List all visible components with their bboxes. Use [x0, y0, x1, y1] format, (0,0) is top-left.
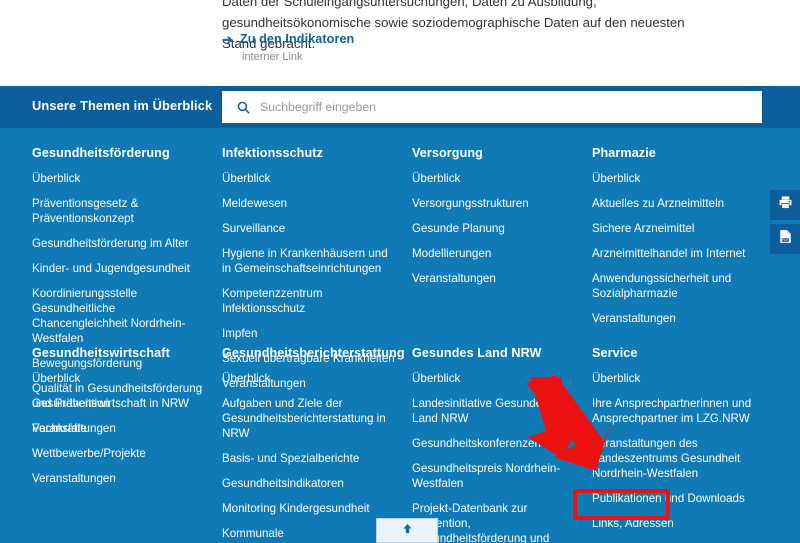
menu-link[interactable]: Gesunde Planung	[412, 221, 572, 236]
search-input[interactable]	[256, 100, 762, 114]
menu-link[interactable]: Überblick	[222, 371, 397, 386]
side-tool-bar: PDF	[770, 190, 800, 258]
menu-column-gesundes-land-nrw: Gesundes Land NRW Überblick Landesinitia…	[412, 346, 572, 543]
menu-link[interactable]: Landesinitiative Gesundes Land NRW	[412, 396, 572, 426]
column-title: Gesundheitsberichterstattung	[222, 346, 405, 360]
menu-link[interactable]: Überblick	[32, 171, 207, 186]
column-title: Gesundheitswirtschaft	[32, 346, 170, 360]
menu-link[interactable]: Präventionsgesetz & Präventionskonzept	[32, 196, 207, 226]
menu-link[interactable]: Links, Adressen	[592, 516, 762, 531]
menu-link[interactable]: Aufgaben und Ziele der Gesundheitsberich…	[222, 396, 397, 441]
menu-link[interactable]: Überblick	[412, 171, 572, 186]
menu-link[interactable]: Gesundheitspreis Nordrhein-Westfalen	[412, 461, 572, 491]
menu-link[interactable]: Wettbewerbe/Projekte	[32, 446, 207, 461]
menu-link[interactable]: Aktuelles zu Arzneimitteln	[592, 196, 762, 211]
menu-link[interactable]: Überblick	[592, 371, 762, 386]
menu-column-pharmazie: Pharmazie Überblick Aktuelles zu Arzneim…	[592, 146, 762, 336]
menu-column-versorgung: Versorgung Überblick Versorgungsstruktur…	[412, 146, 572, 296]
pdf-save-icon: PDF	[778, 229, 793, 249]
menu-link[interactable]: Surveillance	[222, 221, 397, 236]
menu-link[interactable]: Überblick	[32, 371, 207, 386]
search-box[interactable]	[222, 91, 762, 123]
menu-column-gesundheitswirtschaft: Gesundheitswirtschaft Überblick Gesundhe…	[32, 346, 207, 496]
menu-column-service: Service Überblick Ihre Ansprechpartnerin…	[592, 346, 762, 543]
menu-link[interactable]: Kompetenzzentrum Infektionsschutz	[222, 286, 397, 316]
indicator-link-row[interactable]: ➔ Zu den Indikatoren	[222, 32, 354, 47]
menu-link[interactable]: Veranstaltungen	[412, 271, 572, 286]
indicator-link-sublabel: interner Link	[242, 51, 303, 63]
menu-link[interactable]: Gesundheitsindikatoren	[222, 476, 397, 491]
column-title: Gesundheitsförderung	[32, 146, 170, 160]
menu-link[interactable]: Ihre Ansprechpartnerinnen und Ansprechpa…	[592, 396, 762, 426]
themen-header-title: Unsere Themen im Überblick	[32, 98, 213, 113]
menu-link[interactable]: Gesundheitskonferenzen	[412, 436, 572, 451]
menu-link[interactable]: Gesundheitswirtschaft in NRW	[32, 396, 207, 411]
menu-link[interactable]: Basis- und Spezialberichte	[222, 451, 397, 466]
menu-link[interactable]: Modellierungen	[412, 246, 572, 261]
mega-menu-panel: Gesundheitsförderung Überblick Präventio…	[0, 128, 800, 543]
menu-link[interactable]: Kinder- und Jugendgesundheit	[32, 261, 207, 276]
menu-link[interactable]: Meldewesen	[222, 196, 397, 211]
svg-text:PDF: PDF	[782, 238, 788, 242]
menu-link[interactable]: Überblick	[222, 171, 397, 186]
column-title: Versorgung	[412, 146, 483, 160]
menu-link[interactable]: Publikationen und Downloads	[592, 491, 762, 506]
print-button[interactable]	[770, 190, 800, 220]
menu-link[interactable]: Anwendungssicherheit und Sozialpharmazie	[592, 271, 762, 301]
menu-link[interactable]: Impfen	[222, 326, 397, 341]
menu-link[interactable]: Überblick	[412, 371, 572, 386]
arrow-right-icon: ➔	[222, 32, 233, 47]
column-title: Infektionsschutz	[222, 146, 323, 160]
internal-link-block: ➔ Zu den Indikatoren interner Link	[222, 32, 354, 64]
column-title: Pharmazie	[592, 146, 656, 160]
menu-link[interactable]: Veranstaltungen	[32, 471, 207, 486]
save-pdf-button[interactable]: PDF	[770, 224, 800, 254]
menu-link[interactable]: Arzneimittelhandel im Internet	[592, 246, 762, 261]
column-title: Gesundes Land NRW	[412, 346, 542, 360]
page-root: Daten der Schuleingangsuntersuchungen, D…	[0, 0, 800, 543]
themen-header-bar: Unsere Themen im Überblick	[0, 86, 800, 128]
column-title: Service	[592, 346, 638, 360]
menu-link[interactable]: Monitoring Kindergesundheit	[222, 501, 397, 516]
menu-link[interactable]: Fachkräfte	[32, 421, 207, 436]
arrow-up-icon	[401, 522, 414, 540]
scroll-to-top-button[interactable]	[376, 518, 438, 543]
menu-link[interactable]: Überblick	[592, 171, 762, 186]
menu-link[interactable]: Veranstaltungen	[592, 311, 762, 326]
menu-link[interactable]: Versorgungsstrukturen	[412, 196, 572, 211]
search-icon	[230, 101, 256, 114]
menu-link[interactable]: Gesundheitsförderung im Alter	[32, 236, 207, 251]
menu-link[interactable]: Sichere Arzneimittel	[592, 221, 762, 236]
menu-link[interactable]: Kommunale Gesundheitsberichterstattung	[222, 526, 397, 543]
menu-link[interactable]: Veranstaltungen des Landeszentrums Gesun…	[592, 436, 762, 481]
menu-link[interactable]: Hygiene in Krankenhäusern und in Gemeins…	[222, 246, 397, 276]
menu-column-gesundheitsberichterstattung: Gesundheitsberichterstattung Überblick A…	[222, 346, 405, 543]
article-excerpt: Daten der Schuleingangsuntersuchungen, D…	[0, 0, 800, 86]
menu-link[interactable]: Koordinierungsstelle Gesundheitliche Cha…	[32, 286, 207, 346]
indicator-link[interactable]: Zu den Indikatoren	[240, 32, 354, 47]
print-icon	[778, 195, 793, 215]
